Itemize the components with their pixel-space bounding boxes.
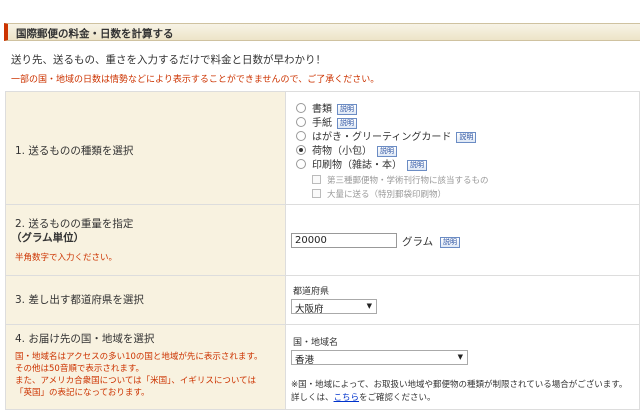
radio-letter[interactable] <box>296 117 306 127</box>
row-item-type: 1. 送るものの種類を選択 書類 説明 手紙 説明 はがき・グリーティングカード 説明… <box>5 91 640 205</box>
option-printed[interactable]: 印刷物（雑誌・本） 説明 <box>296 156 427 171</box>
country-select[interactable]: 香港 ▼ <box>291 350 468 366</box>
radio-documents[interactable] <box>296 103 306 113</box>
help-button[interactable]: 説明 <box>456 132 477 143</box>
country-warning-detail: 詳しくは、こちらをご確認ください。 <box>291 391 436 403</box>
item-type-label: 1. 送るものの種類を選択 <box>15 145 134 157</box>
row-weight: 2. 送るものの重量を指定 （グラム単位） 半角数字で入力ください。 20000… <box>5 204 640 276</box>
checkbox-bulk[interactable] <box>312 189 321 198</box>
destination-desc-2: その他は50音順で表示されます。 <box>15 364 144 374</box>
value-cell: 国・地域名 香港 ▼ ※国・地域によって、お取扱い地域や郵便物の種類が制限されて… <box>285 324 640 410</box>
suboption-bulk[interactable]: 大量に送る（特別郵袋印刷物） <box>312 188 446 200</box>
form-table: 1. 送るものの種類を選択 書類 説明 手紙 説明 はがき・グリーティングカード 説明… <box>5 91 640 410</box>
weight-unit-label: （グラム単位） <box>11 232 85 244</box>
page-title: 国際郵便の料金・日数を計算する <box>16 28 174 40</box>
radio-parcel[interactable] <box>296 145 306 155</box>
intro-text: 送り先、送るもの、重さを入力するだけで料金と日数が早わかり！ <box>11 54 326 66</box>
prefecture-value: 大阪府 <box>295 304 324 315</box>
destination-desc-4: 「英国」の表記になっております。 <box>15 388 150 398</box>
prefecture-select[interactable]: 大阪府 ▼ <box>291 299 377 315</box>
destination-desc-3: また、アメリカ合衆国については「米国」、イギリスについては <box>15 376 256 386</box>
prefecture-label: 3. 差し出す都道府県を選択 <box>15 294 144 306</box>
destination-desc-1: 国・地域名はアクセスの多い10の国と地域が先に表示されます。 <box>15 352 263 362</box>
weight-label: 2. 送るものの重量を指定 <box>15 218 134 230</box>
option-letter[interactable]: 手紙 説明 <box>296 114 357 129</box>
suboption-label: 第三種郵便物・学術刊行物に該当するもの <box>327 176 489 186</box>
row-prefecture: 3. 差し出す都道府県を選択 都道府県 大阪府 ▼ <box>5 275 640 325</box>
radio-postcard[interactable] <box>296 131 306 141</box>
country-field-label: 国・地域名 <box>293 338 339 348</box>
dropdown-arrow-icon: ▼ <box>457 353 463 361</box>
prefecture-field-label: 都道府県 <box>293 287 330 297</box>
label-cell: 2. 送るものの重量を指定 （グラム単位） 半角数字で入力ください。 <box>5 204 286 276</box>
option-parcel[interactable]: 荷物（小包） 説明 <box>296 142 397 157</box>
country-value: 香港 <box>295 355 315 366</box>
suboption-third-class[interactable]: 第三種郵便物・学術刊行物に該当するもの <box>312 174 489 186</box>
option-documents[interactable]: 書類 説明 <box>296 100 357 115</box>
postage-calculator: 国際郵便の料金・日数を計算する 送り先、送るもの、重さを入力するだけで料金と日数… <box>0 0 640 410</box>
value-cell: 都道府県 大阪府 ▼ <box>285 275 640 325</box>
weight-unit: グラム <box>402 236 434 248</box>
notice-text: 一部の国・地域の日数は情勢などにより表示することができませんので、ご了承ください… <box>11 75 380 85</box>
details-link[interactable]: こちら <box>334 393 360 403</box>
option-postcard[interactable]: はがき・グリーティングカード 説明 <box>296 128 477 143</box>
suboption-label: 大量に送る（特別郵袋印刷物） <box>327 190 447 200</box>
section-header: 国際郵便の料金・日数を計算する <box>4 23 640 41</box>
dropdown-arrow-icon: ▼ <box>366 302 372 310</box>
option-label: 印刷物（雑誌・本） <box>312 160 402 171</box>
label-cell: 1. 送るものの種類を選択 <box>5 91 286 205</box>
destination-label: 4. お届け先の国・地域を選択 <box>15 333 155 345</box>
help-button[interactable]: 説明 <box>407 160 427 171</box>
row-destination: 4. お届け先の国・地域を選択 国・地域名はアクセスの多い10の国と地域が先に表… <box>5 324 640 410</box>
value-cell: 20000 グラム 説明 <box>285 204 640 276</box>
label-cell: 3. 差し出す都道府県を選択 <box>5 275 286 325</box>
value-cell: 書類 説明 手紙 説明 はがき・グリーティングカード 説明 荷物（小包） 説明 印刷物（… <box>285 91 640 205</box>
help-button[interactable]: 説明 <box>440 237 460 248</box>
radio-printed[interactable] <box>296 159 306 169</box>
weight-input[interactable]: 20000 <box>291 233 397 248</box>
weight-hint: 半角数字で入力ください。 <box>15 253 118 263</box>
label-cell: 4. お届け先の国・地域を選択 国・地域名はアクセスの多い10の国と地域が先に表… <box>5 324 286 410</box>
warning-prefix: 詳しくは、 <box>291 393 334 403</box>
checkbox-third-class[interactable] <box>312 175 321 184</box>
warning-suffix: をご確認ください。 <box>359 393 436 403</box>
country-warning: ※国・地域によって、お取扱い地域や郵便物の種類が制限されている場合がございます。 <box>291 380 628 390</box>
